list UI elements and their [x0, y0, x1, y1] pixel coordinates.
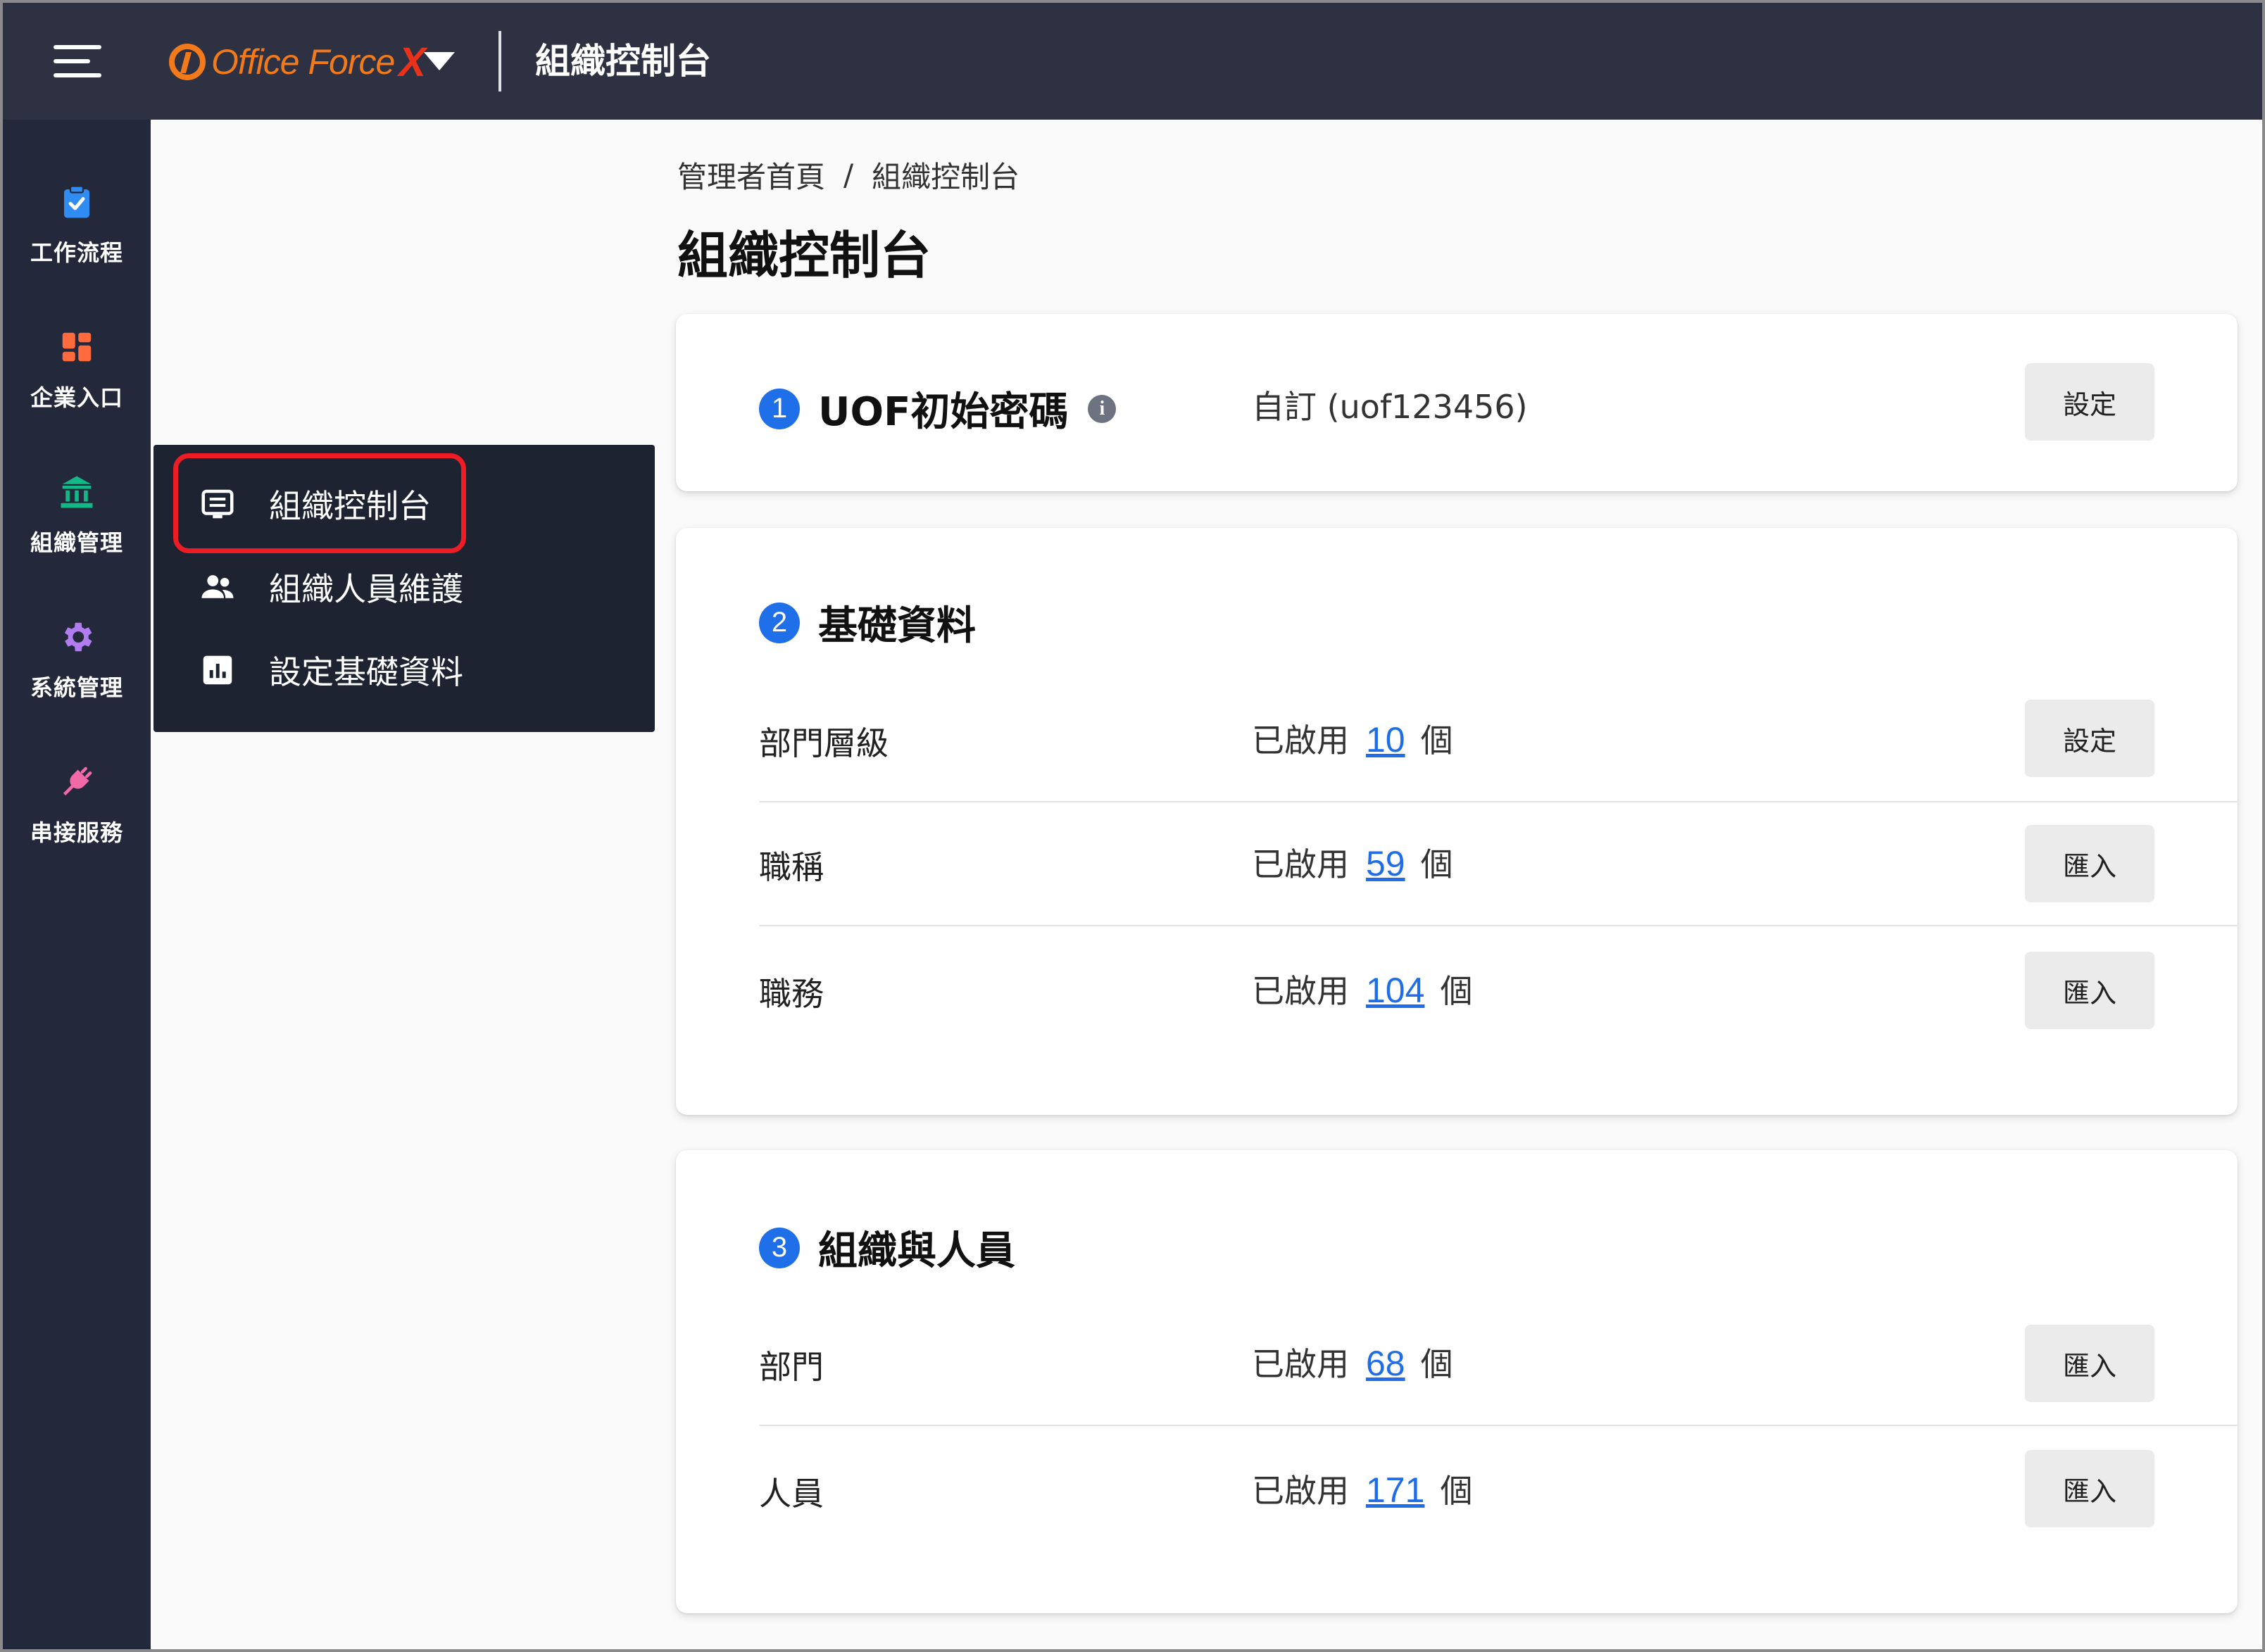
department-level-set-button[interactable]: 設定: [2025, 700, 2154, 777]
console-list-icon: [201, 489, 234, 519]
count-unit: 個: [1440, 1472, 1473, 1510]
hamburger-menu-icon[interactable]: [54, 45, 101, 77]
topbar-title: 組織控制台: [535, 41, 711, 82]
row-label: 職稱: [759, 848, 824, 886]
rail-item-portal[interactable]: 企業入口: [3, 328, 151, 462]
people-import-button[interactable]: 匯入: [2025, 1450, 2154, 1527]
row-value: 已啟用 171 個: [1252, 1465, 1472, 1512]
org-people-card: 3 組織與人員 部門 已啟用 68 個 匯入 人員 已啟用 171 個 匯入: [676, 1150, 2238, 1613]
bank-building-icon: [61, 476, 93, 508]
flyout-item-org-people[interactable]: 組織人員維護: [175, 548, 632, 626]
rail-item-system-management[interactable]: 系統管理: [3, 618, 151, 752]
rail-item-org-management[interactable]: 組織管理: [3, 473, 151, 607]
count-unit: 個: [1420, 845, 1453, 883]
enabled-count-link[interactable]: 59: [1366, 843, 1405, 884]
card-title: 組織與人員: [818, 1228, 1015, 1274]
rail-item-label: 串接服務: [30, 819, 123, 846]
flyout-item-label: 組織人員維護: [269, 570, 463, 608]
gear-icon: [64, 622, 92, 652]
job-duty-import-button[interactable]: 匯入: [2025, 952, 2154, 1029]
password-value: 自訂 (uof123456): [1252, 388, 1528, 426]
enabled-prefix: 已啟用: [1252, 845, 1349, 883]
step-number-badge: 1: [759, 388, 800, 429]
card-header: 1 UOF初始密碼 i: [759, 380, 1117, 437]
product-switch-caret-icon[interactable]: [424, 52, 455, 70]
logo-x: X: [399, 39, 426, 85]
breadcrumb: 管理者首頁 / 組織控制台: [677, 153, 1019, 196]
count-unit: 個: [1420, 721, 1453, 759]
step-number-badge: 2: [759, 602, 800, 643]
flyout-item-label: 組織控制台: [269, 487, 431, 525]
card-header: 2 基礎資料: [759, 594, 976, 651]
row-value: 已啟用 104 個: [1252, 966, 1472, 1012]
row-label: 部門層級: [759, 724, 889, 762]
enabled-count-link[interactable]: 104: [1366, 970, 1424, 1011]
org-management-flyout-menu: 組織控制台 組織人員維護 設定基礎資料: [153, 445, 655, 732]
row-divider: [759, 1425, 2238, 1426]
enabled-prefix: 已啟用: [1252, 1345, 1349, 1383]
clipboard-check-icon: [64, 185, 89, 218]
password-set-button[interactable]: 設定: [2025, 363, 2154, 441]
flyout-item-label: 設定基礎資料: [269, 653, 463, 691]
rail-item-label: 組織管理: [30, 529, 123, 556]
card-title: 基礎資料: [818, 603, 976, 649]
enabled-count-link[interactable]: 10: [1366, 719, 1405, 760]
rail-item-label: 企業入口: [30, 384, 123, 411]
count-unit: 個: [1440, 972, 1473, 1010]
enabled-prefix: 已啟用: [1252, 1472, 1349, 1510]
flyout-item-basic-settings[interactable]: 設定基礎資料: [175, 631, 632, 710]
flyout-item-org-console[interactable]: 組織控制台: [175, 465, 632, 543]
row-value: 已啟用 68 個: [1252, 1339, 1453, 1385]
basic-data-card: 2 基礎資料 部門層級 已啟用 10 個 設定 職稱 已啟用 59 個 匯入 職…: [676, 528, 2238, 1115]
app-window: Office Force X 組織控制台 工作流程 企業入口 組織管理 系統管理…: [0, 0, 2265, 1652]
row-value: 已啟用 10 個: [1252, 715, 1453, 762]
card-header: 3 組織與人員: [759, 1219, 1015, 1276]
rail-item-workflow[interactable]: 工作流程: [3, 183, 151, 317]
row-label: 職務: [759, 975, 824, 1013]
enabled-count-link[interactable]: 171: [1366, 1470, 1424, 1511]
rail-item-label: 工作流程: [30, 239, 123, 266]
page-title: 組織控制台: [677, 226, 931, 285]
enabled-prefix: 已啟用: [1252, 972, 1349, 1010]
row-label: 部門: [759, 1348, 824, 1386]
enabled-prefix: 已啟用: [1252, 721, 1349, 759]
enabled-count-link[interactable]: 68: [1366, 1343, 1405, 1384]
bar-chart-icon: [203, 655, 232, 685]
password-card: 1 UOF初始密碼 i 自訂 (uof123456) 設定: [676, 314, 2238, 491]
left-nav-rail: 工作流程 企業入口 組織管理 系統管理 串接服務: [3, 120, 151, 1649]
count-unit: 個: [1420, 1345, 1453, 1383]
logo-mark-icon: [169, 44, 206, 80]
department-import-button[interactable]: 匯入: [2025, 1325, 2154, 1402]
job-title-import-button[interactable]: 匯入: [2025, 825, 2154, 902]
row-label: 人員: [759, 1475, 824, 1513]
breadcrumb-home-link[interactable]: 管理者首頁: [677, 153, 825, 196]
row-value: 已啟用 59 個: [1252, 839, 1453, 885]
topbar-divider: [498, 31, 501, 92]
breadcrumb-current: 組織控制台: [872, 160, 1020, 194]
office-force-x-logo[interactable]: Office Force X: [169, 39, 426, 85]
step-number-badge: 3: [759, 1227, 800, 1268]
rail-item-integration[interactable]: 串接服務: [3, 763, 151, 897]
breadcrumb-separator: /: [843, 158, 854, 192]
people-icon: [201, 575, 234, 598]
rail-item-label: 系統管理: [30, 674, 123, 701]
logo-text: Office Force: [211, 42, 395, 82]
card-title: UOF初始密碼: [818, 389, 1069, 435]
row-divider: [759, 801, 2238, 802]
info-icon[interactable]: i: [1088, 394, 1117, 423]
dashboard-grid-icon: [62, 332, 92, 362]
row-divider: [759, 925, 2238, 926]
top-bar: Office Force X 組織控制台: [3, 3, 2262, 120]
plug-icon: [63, 767, 92, 796]
